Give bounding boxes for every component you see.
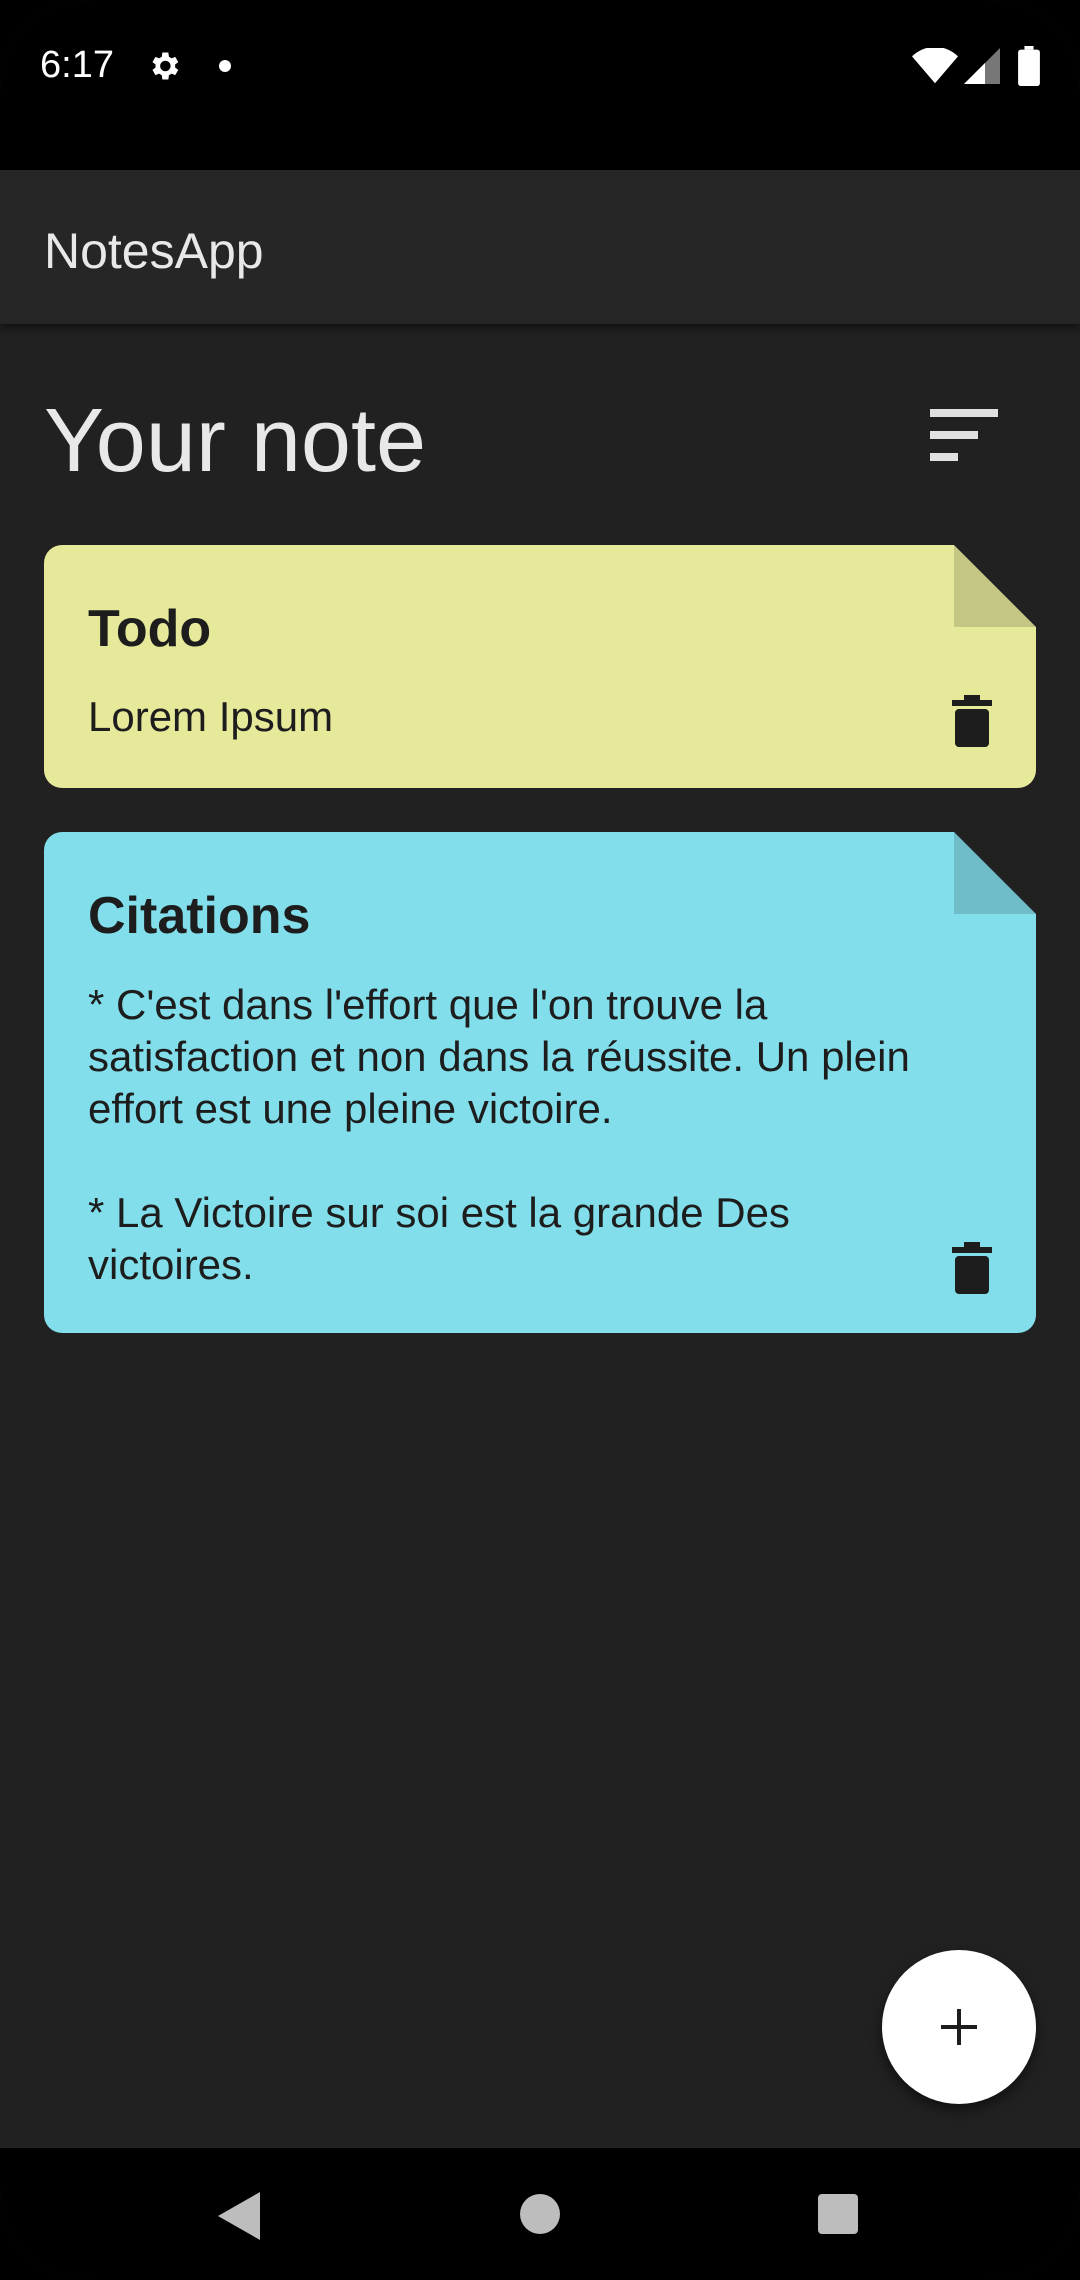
note-content: * C'est dans l'effort que l'on trouve la… (88, 981, 910, 1288)
note-fold-corner (954, 545, 1036, 627)
gear-icon (152, 52, 179, 80)
note-card-citations[interactable]: Citations * C'est dans l'effort que l'on… (44, 832, 1036, 1333)
app-bar: NotesApp (0, 170, 1080, 324)
wifi-icon (912, 48, 958, 84)
signal-icon (964, 48, 1000, 84)
note-card-todo[interactable]: Todo Lorem Ipsum (44, 545, 1036, 788)
home-icon[interactable] (520, 2194, 560, 2234)
status-bar: 6:17 (0, 0, 1080, 170)
plus-icon (941, 2009, 977, 2045)
note-fold-corner (954, 832, 1036, 914)
note-title: Citations (88, 887, 311, 945)
trash-icon[interactable] (952, 1242, 992, 1294)
recents-icon[interactable] (818, 2194, 858, 2234)
status-time: 6:17 (40, 44, 114, 86)
add-note-button[interactable] (882, 1950, 1036, 2104)
screen: 6:17 NotesApp Your note Todo Lorem Ipsum… (0, 0, 1080, 2280)
notification-dot (219, 60, 231, 72)
app-title: NotesApp (44, 223, 264, 279)
note-content: Lorem Ipsum (88, 693, 334, 740)
page-title: Your note (44, 391, 427, 491)
sort-icon[interactable] (930, 405, 1010, 465)
back-icon[interactable] (218, 2192, 260, 2240)
trash-icon[interactable] (952, 695, 992, 747)
note-title: Todo (88, 600, 212, 658)
battery-icon (1018, 46, 1040, 86)
